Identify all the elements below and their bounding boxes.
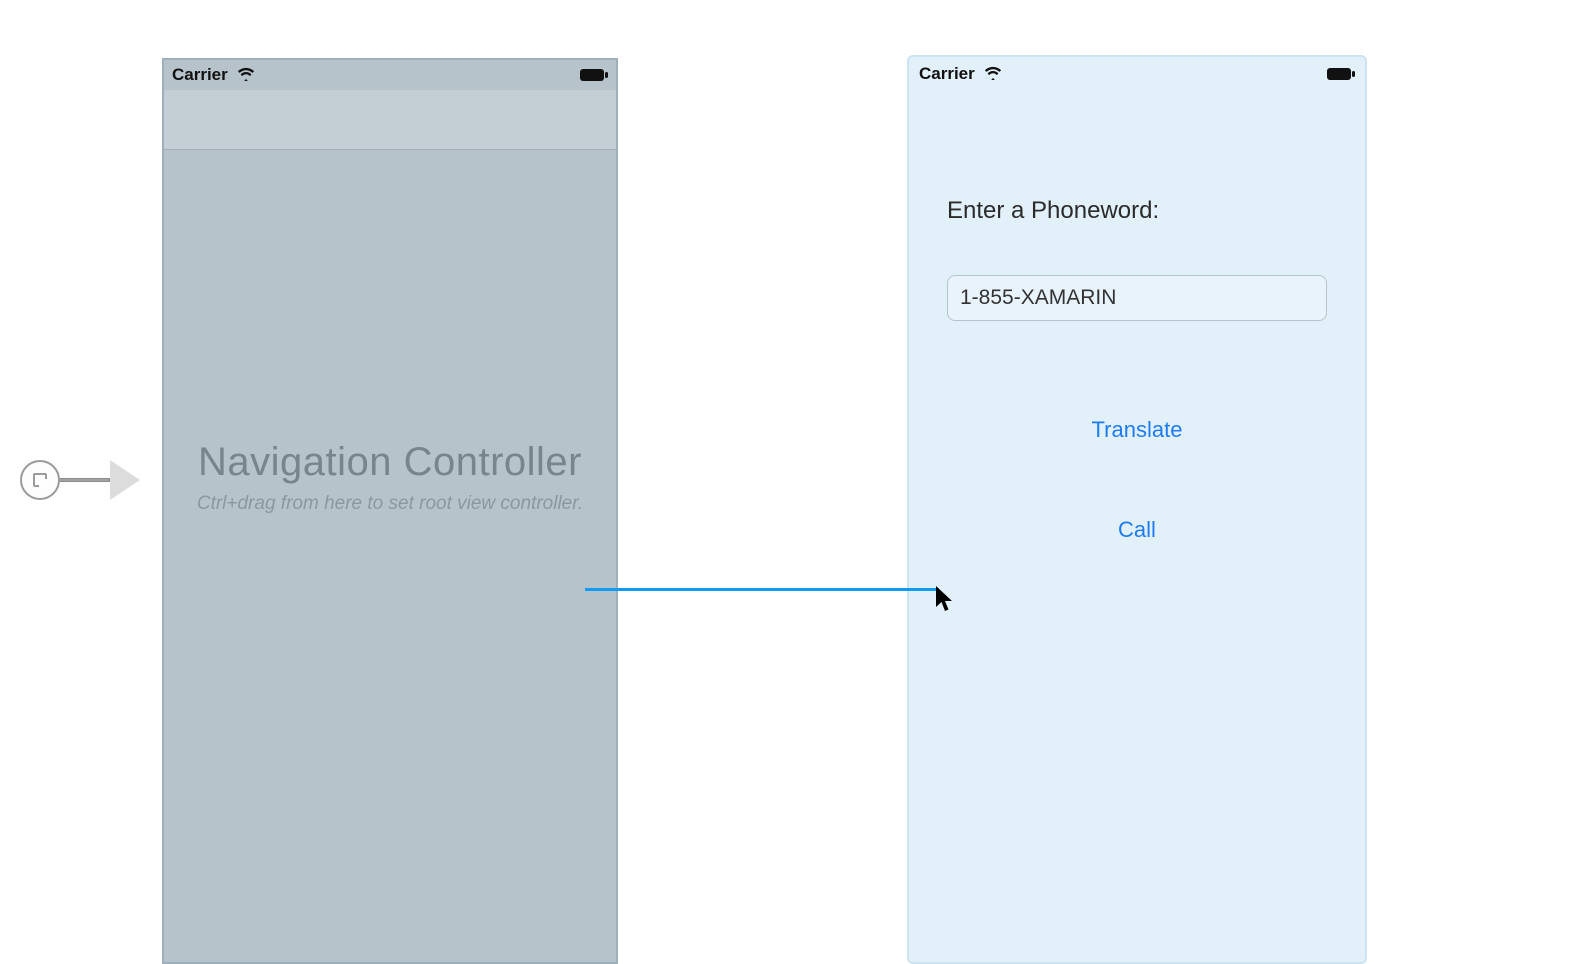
carrier-text: Carrier (919, 64, 975, 83)
carrier-label: Carrier (919, 64, 1002, 84)
phoneword-prompt-label: Enter a Phoneword: (947, 197, 1327, 225)
mouse-cursor-icon (934, 585, 956, 613)
carrier-label: Carrier (172, 65, 255, 85)
status-bar: Carrier (909, 57, 1365, 101)
phoneword-view-controller-scene[interactable]: Carrier Enter a Phoneword: Translate Cal… (907, 55, 1367, 964)
entry-point-circle-icon (20, 460, 60, 500)
carrier-text: Carrier (172, 65, 228, 84)
battery-icon (1327, 67, 1355, 81)
nav-controller-title: Navigation Controller (174, 440, 606, 485)
translate-button[interactable]: Translate (947, 417, 1327, 443)
call-button[interactable]: Call (947, 517, 1327, 543)
storyboard-entry-point-arrow[interactable] (20, 458, 160, 502)
battery-icon (580, 68, 608, 82)
entry-point-arrow-shaft (60, 478, 110, 482)
entry-point-glyph-icon (33, 473, 47, 487)
navigation-bar-placeholder (164, 90, 616, 150)
ctrl-drag-segue-line (585, 588, 939, 591)
nav-controller-hint: Ctrl+drag from here to set root view con… (174, 493, 606, 515)
entry-point-arrow-head-icon (110, 460, 140, 500)
status-bar: Carrier (164, 60, 616, 90)
phoneword-input[interactable] (947, 275, 1327, 321)
navigation-controller-scene[interactable]: Carrier Navigation Controller Ctrl+drag … (162, 58, 618, 964)
wifi-icon (237, 67, 255, 81)
wifi-icon (984, 66, 1002, 80)
